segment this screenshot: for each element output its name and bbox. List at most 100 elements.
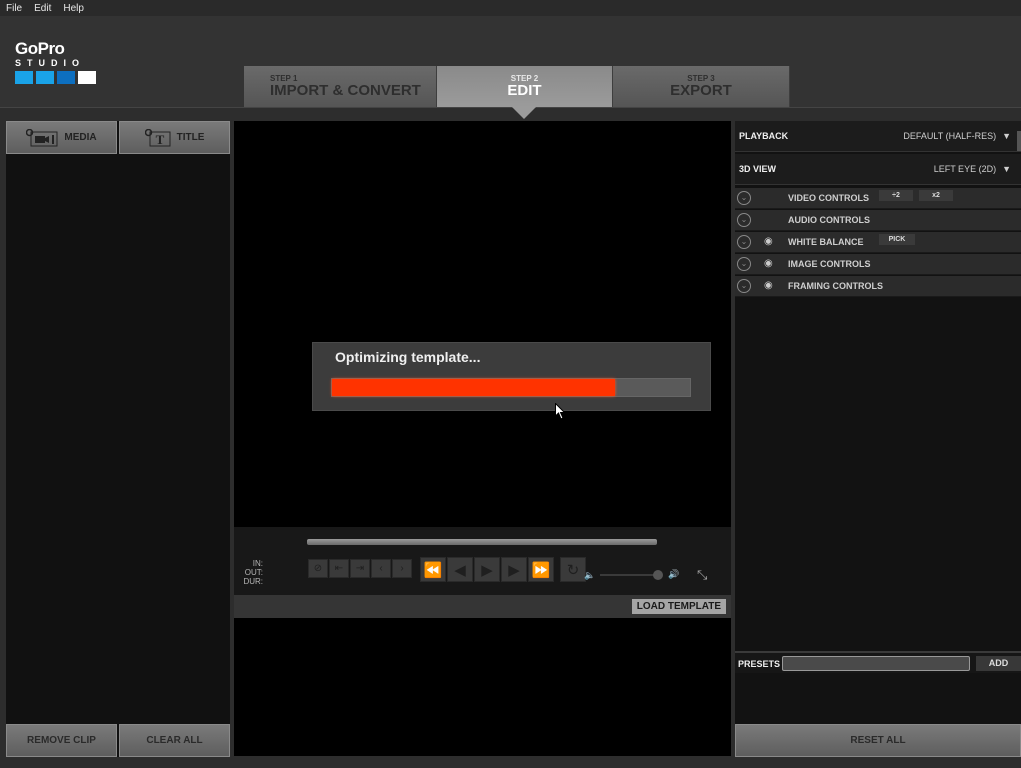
- timeline-scrubber[interactable]: [307, 539, 657, 545]
- mark-in-button[interactable]: ⇤: [329, 559, 349, 578]
- tab-edit[interactable]: STEP 2 EDIT: [437, 66, 613, 107]
- pick-button[interactable]: PICK: [879, 234, 915, 245]
- logo-subtitle: STUDIO: [15, 58, 86, 68]
- reset-all-button[interactable]: RESET ALL: [735, 724, 1021, 757]
- expand-chevron-icon[interactable]: ⌄: [737, 257, 751, 271]
- section-label: WHITE BALANCE: [788, 237, 864, 247]
- next-edit-icon: ›: [400, 563, 404, 574]
- scrollbar[interactable]: [1017, 131, 1021, 151]
- step-back-icon: ◀: [454, 561, 466, 579]
- times-2-button[interactable]: x2: [919, 190, 953, 201]
- step-forward-icon: ▶: [508, 561, 520, 579]
- tab-export[interactable]: STEP 3 EXPORT: [613, 66, 790, 107]
- playback-dropdown[interactable]: PLAYBACK DEFAULT (HALF-RES) ▼: [735, 121, 1021, 152]
- loop-icon: ↻: [566, 561, 580, 579]
- audio-controls-section[interactable]: ⌄ AUDIO CONTROLS: [735, 210, 1021, 231]
- progress-dialog: Optimizing template...: [312, 342, 711, 411]
- playback-label: PLAYBACK: [739, 131, 789, 141]
- load-template-button[interactable]: LOAD TEMPLATE: [631, 599, 726, 614]
- framing-controls-section[interactable]: ⌄ ◉ FRAMING CONTROLS: [735, 276, 1021, 297]
- eye-icon[interactable]: ◉: [764, 236, 773, 247]
- mark-out-button[interactable]: ⇥: [350, 559, 370, 578]
- next-edit-button[interactable]: ›: [392, 559, 412, 578]
- out-label: OUT:: [244, 568, 263, 577]
- gopro-studio-logo: GoPro STUDIO: [15, 40, 105, 84]
- storyboard-timeline[interactable]: [234, 618, 731, 756]
- volume-slider-handle[interactable]: [653, 570, 663, 580]
- step-tabs: STEP 1 IMPORT & CONVERT STEP 2 EDIT STEP…: [244, 66, 790, 107]
- fullscreen-icon[interactable]: ⤡: [697, 567, 707, 583]
- mark-in-icon: ⇤: [334, 563, 344, 574]
- prev-edit-icon: ‹: [379, 563, 383, 574]
- section-label: VIDEO CONTROLS: [788, 193, 870, 203]
- dur-label: DUR:: [243, 577, 263, 586]
- volume-slider[interactable]: [600, 574, 658, 576]
- 3d-view-dropdown[interactable]: 3D VIEW LEFT EYE (2D) ▼: [735, 154, 1021, 185]
- play-icon: ▶: [481, 561, 493, 579]
- adjustments-panel: PLAYBACK DEFAULT (HALF-RES) ▼ 3D VIEW LE…: [735, 121, 1021, 757]
- expand-chevron-icon[interactable]: ⌄: [737, 213, 751, 227]
- step-forward-button[interactable]: ▶: [501, 557, 527, 582]
- add-media-button[interactable]: MEDIA: [6, 121, 117, 154]
- video-preview[interactable]: [234, 121, 731, 527]
- remove-clip-button[interactable]: REMOVE CLIP: [6, 724, 117, 757]
- title-label: TITLE: [176, 132, 205, 143]
- play-button[interactable]: ▶: [474, 557, 500, 582]
- step-label: IMPORT & CONVERT: [270, 82, 421, 99]
- media-label: MEDIA: [64, 132, 97, 143]
- 3d-view-label: 3D VIEW: [739, 164, 777, 174]
- volume-low-icon: 🔈: [584, 570, 596, 580]
- presets-input[interactable]: [782, 656, 970, 671]
- add-title-button[interactable]: T TITLE: [119, 121, 230, 154]
- section-label: FRAMING CONTROLS: [788, 281, 883, 291]
- in-label: IN:: [252, 559, 263, 568]
- eye-icon[interactable]: ◉: [764, 258, 773, 269]
- logo-squares: [15, 71, 105, 84]
- chevron-down-icon: ▼: [1002, 164, 1011, 174]
- chevron-down-icon: ▼: [1002, 131, 1011, 141]
- rewind-button[interactable]: ⏪: [420, 557, 446, 582]
- volume-high-icon: 🔊: [668, 569, 680, 579]
- mark-out-icon: ⇥: [355, 563, 365, 574]
- prev-edit-button[interactable]: ‹: [371, 559, 391, 578]
- media-bin-panel: MEDIA T TITLE REMOVE CLIP CLEAR ALL: [6, 121, 230, 757]
- in-out-readout: IN: OUT: DUR:: [239, 559, 263, 586]
- presets-label: PRESETS: [738, 659, 781, 669]
- mouse-cursor-icon: [555, 403, 566, 420]
- logo-square: [15, 71, 33, 84]
- logo-square: [36, 71, 54, 84]
- menu-file[interactable]: File: [6, 3, 22, 14]
- clear-all-button[interactable]: CLEAR ALL: [119, 724, 230, 757]
- expand-chevron-icon[interactable]: ⌄: [737, 191, 751, 205]
- transport-controls: IN: OUT: DUR: ⊘ ⇤ ⇥ ‹ › ⏪ ◀ ▶ ▶ ⏩ ↻ 🔈 🔊 …: [234, 527, 731, 595]
- razor-icon: ⊘: [313, 563, 323, 574]
- menu-help[interactable]: Help: [63, 3, 84, 14]
- section-label: AUDIO CONTROLS: [788, 215, 870, 225]
- expand-chevron-icon[interactable]: ⌄: [737, 235, 751, 249]
- white-balance-section[interactable]: ⌄ ◉ WHITE BALANCE PICK: [735, 232, 1021, 253]
- divide-by-2-button[interactable]: ÷2: [879, 190, 913, 201]
- menu-edit[interactable]: Edit: [34, 3, 51, 14]
- video-controls-section[interactable]: ⌄ VIDEO CONTROLS ÷2 x2: [735, 188, 1021, 209]
- loop-button[interactable]: ↻: [560, 557, 586, 582]
- header: GoPro STUDIO STEP 1 IMPORT & CONVERT STE…: [0, 16, 1021, 108]
- media-bin-actions: REMOVE CLIP CLEAR ALL: [6, 724, 230, 757]
- fast-forward-button[interactable]: ⏩: [528, 557, 554, 582]
- logo-square: [57, 71, 75, 84]
- presets-bar: PRESETS ADD: [735, 651, 1021, 673]
- menu-bar: File Edit Help: [0, 0, 1021, 16]
- logo-brand: GoPro: [15, 39, 65, 58]
- add-preset-button[interactable]: ADD: [976, 656, 1021, 671]
- tab-import-convert[interactable]: STEP 1 IMPORT & CONVERT: [244, 66, 437, 107]
- image-controls-section[interactable]: ⌄ ◉ IMAGE CONTROLS: [735, 254, 1021, 275]
- playback-value: DEFAULT (HALF-RES): [903, 131, 997, 141]
- razor-button[interactable]: ⊘: [308, 559, 328, 578]
- step-back-button[interactable]: ◀: [447, 557, 473, 582]
- eye-icon[interactable]: ◉: [764, 280, 773, 291]
- logo-square: [78, 71, 96, 84]
- step-label: EDIT: [507, 82, 542, 99]
- rewind-icon: ⏪: [423, 561, 443, 579]
- expand-chevron-icon[interactable]: ⌄: [737, 279, 751, 293]
- active-step-pointer: [512, 107, 536, 119]
- fast-forward-icon: ⏩: [531, 561, 551, 579]
